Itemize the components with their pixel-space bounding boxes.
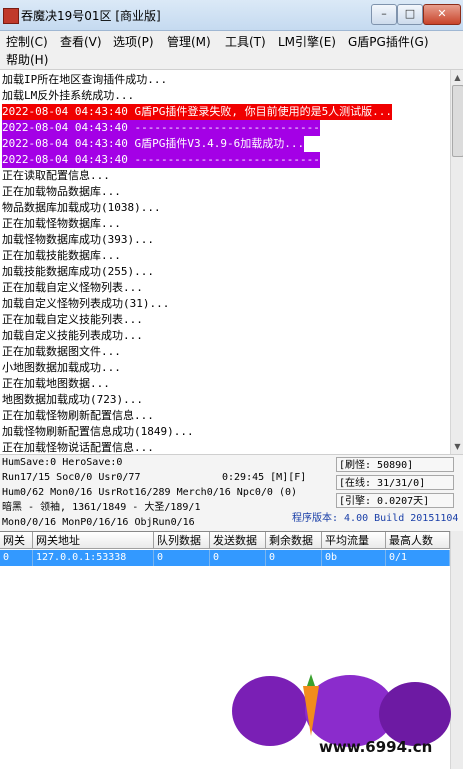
log-scrollbar[interactable]: ▲ ▼	[450, 70, 463, 454]
col-queue-data[interactable]: 队列数据	[154, 532, 210, 549]
log-line: 正在加载自定义技能列表...	[2, 313, 143, 326]
log-line: 正在加载地图数据...	[2, 377, 110, 390]
log-line: 加载技能数据库成功(255)...	[2, 265, 154, 278]
log-line: 加载自定义怪物列表成功(31)...	[2, 297, 170, 310]
col-remaining-data[interactable]: 剩余数据	[266, 532, 322, 549]
status-time: 0:29:45 [M][F]	[222, 472, 307, 483]
log-line: 正在加载技能数据库...	[2, 249, 121, 262]
log-line: 小地图数据加载成功...	[2, 361, 121, 374]
menu-view[interactable]: 查看(V)	[60, 34, 102, 50]
log-line: 加载IP所在地区查询插件成功...	[2, 73, 168, 86]
log-line: 正在读取配置信息...	[2, 169, 110, 182]
engine-time-box: [引擎: 0.0207天]	[336, 493, 454, 508]
log-line: 2022-08-04 04:43:40 G盾PG插件V3.4.9-6加载成功..…	[2, 136, 305, 152]
scroll-down-icon[interactable]: ▼	[452, 440, 463, 453]
cell-address: 127.0.0.1:53338	[33, 550, 154, 566]
cell-gateway: 0	[0, 550, 33, 566]
cell-send: 0	[210, 550, 266, 566]
version-label: 程序版本: 4.00 Build 20151104	[292, 513, 459, 524]
col-gateway[interactable]: 网关	[0, 532, 33, 549]
log-line: 加载自定义技能列表成功...	[2, 329, 143, 342]
log-line: 2022-08-04 04:43:40 G盾PG插件登录失败, 你目前使用的是5…	[2, 104, 393, 120]
log-line: 正在加载怪物数据库...	[2, 217, 121, 230]
app-icon	[3, 8, 19, 24]
menu-gdun-plugin[interactable]: G盾PG插件(G)	[348, 34, 429, 50]
status-hum: Hum0/62 Mon0/16 UsrRot16/289 Merch0/16 N…	[2, 487, 298, 498]
menu-manage[interactable]: 管理(M)	[167, 34, 211, 50]
col-gateway-address[interactable]: 网关地址	[33, 532, 154, 549]
menu-help[interactable]: 帮助(H)	[6, 52, 48, 68]
log-line: 正在加载自定义怪物列表...	[2, 281, 143, 294]
log-line: 加载LM反外挂系统成功...	[2, 89, 135, 102]
menu-tools[interactable]: 工具(T)	[225, 34, 266, 50]
online-count-box: [在线: 31/31/0]	[336, 475, 454, 490]
minimize-button[interactable]: –	[371, 4, 397, 25]
refresh-count-box: [刷怪: 50890]	[336, 457, 454, 472]
col-max-users[interactable]: 最高人数	[386, 532, 450, 549]
scroll-up-icon[interactable]: ▲	[452, 71, 463, 84]
col-send-data[interactable]: 发送数据	[210, 532, 266, 549]
status-save: HumSave:0 HeroSave:0	[2, 457, 123, 468]
close-button[interactable]: ✕	[423, 4, 461, 25]
cell-max-users: 0/1	[386, 550, 450, 566]
status-run: Run17/15 Soc0/0 Usr0/77	[2, 472, 141, 483]
log-line: 正在加载怪物刷新配置信息...	[2, 409, 154, 422]
cell-remaining: 0	[266, 550, 322, 566]
watermark-url: www.6994.cn	[319, 738, 433, 756]
logo-blob-left	[232, 676, 308, 746]
maximize-button[interactable]: □	[397, 4, 423, 25]
menu-bar: 控制(C) 查看(V) 选项(P) 管理(M) 工具(T) LM引擎(E) G盾…	[0, 31, 463, 70]
cell-queue: 0	[154, 550, 210, 566]
log-line: 加载怪物刷新配置信息成功(1849)...	[2, 425, 194, 438]
log-line: 物品数据库加载成功(1038)...	[2, 201, 161, 214]
title-bar: 吞魔决19号01区 [商业版] – □ ✕	[0, 0, 463, 31]
status-panel: HumSave:0 HeroSave:0 Run17/15 Soc0/0 Usr…	[0, 454, 463, 532]
log-line: 2022-08-04 04:43:40 --------------------…	[2, 120, 320, 136]
log-line: 加载怪物数据库成功(393)...	[2, 233, 154, 246]
col-avg-traffic[interactable]: 平均流量	[322, 532, 386, 549]
scroll-thumb[interactable]	[452, 85, 463, 157]
carrot-leaf-icon	[307, 674, 315, 686]
logo-blob-right	[379, 682, 451, 746]
status-map: 暗黑 - 领袖, 1361/1849 - 大圣/189/1	[2, 502, 201, 513]
table-row[interactable]: 0 127.0.0.1:53338 0 0 0 0b 0/1	[0, 550, 450, 566]
menu-options[interactable]: 选项(P)	[113, 34, 154, 50]
cell-traffic: 0b	[322, 550, 386, 566]
log-line: 2022-08-04 04:43:40 --------------------…	[2, 152, 320, 168]
log-panel[interactable]: 加载IP所在地区查询插件成功... 加载LM反外挂系统成功... 2022-08-0…	[0, 70, 450, 454]
log-line: 正在加载怪物说话配置信息...	[2, 441, 154, 454]
menu-lm-engine[interactable]: LM引擎(E)	[278, 34, 336, 50]
log-line: 地图数据加载成功(723)...	[2, 393, 143, 406]
window-title: 吞魔决19号01区 [商业版]	[21, 9, 161, 23]
menu-control[interactable]: 控制(C)	[6, 34, 48, 50]
log-line: 正在加载物品数据库...	[2, 185, 121, 198]
log-line: 正在加载数据图文件...	[2, 345, 121, 358]
status-mon: Mon0/0/16 MonP0/16/16 ObjRun0/16	[2, 517, 195, 528]
